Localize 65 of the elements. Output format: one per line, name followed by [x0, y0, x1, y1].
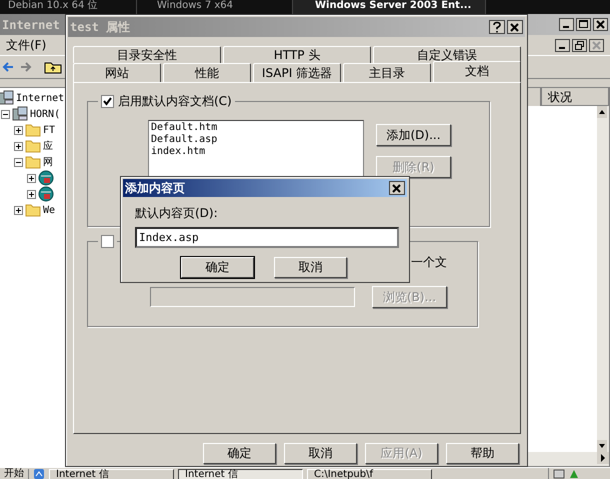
tree-item[interactable]: We — [43, 204, 56, 216]
monitor-icon[interactable] — [553, 468, 565, 479]
taskbar-button[interactable]: Internet 信 — [178, 468, 303, 479]
tree-item[interactable]: 网 — [43, 155, 53, 169]
button[interactable]: 确定 — [203, 443, 276, 464]
tab[interactable]: 目录安全性 — [73, 46, 221, 63]
scroll-up-icon[interactable] — [597, 106, 607, 118]
restore-icon[interactable] — [572, 38, 587, 52]
scroll-right-icon[interactable] — [597, 452, 609, 464]
tree-item[interactable]: HORN( — [30, 108, 60, 120]
close-icon[interactable] — [507, 20, 523, 34]
collapse-icon[interactable] — [1, 110, 10, 118]
window-title: Internet — [2, 18, 60, 32]
tab[interactable]: 主目录 — [343, 63, 431, 82]
tab[interactable]: 文档 — [433, 61, 521, 82]
dialog-title: test 属性 — [70, 18, 130, 36]
expand-icon[interactable] — [14, 142, 23, 150]
button[interactable]: 确定 — [181, 257, 254, 278]
minimize-icon[interactable] — [559, 18, 574, 31]
button[interactable]: 添加(D)... — [376, 124, 451, 146]
collapse-icon[interactable] — [14, 158, 23, 166]
expand-icon[interactable] — [27, 174, 36, 182]
list-item[interactable]: index.htm — [151, 146, 361, 158]
button[interactable]: 帮助 — [446, 443, 519, 464]
tab[interactable]: HTTP 头 — [223, 46, 371, 63]
taskbar-button[interactable]: C:\Inetpub\f — [307, 468, 432, 479]
globe-icon[interactable] — [38, 170, 54, 186]
expand-icon[interactable] — [14, 206, 23, 214]
checkbox[interactable] — [101, 235, 114, 248]
help-icon[interactable] — [489, 20, 505, 34]
scroll-down-icon[interactable] — [597, 440, 607, 452]
close-icon[interactable] — [593, 18, 608, 31]
close-icon[interactable] — [589, 38, 604, 52]
tab[interactable]: 网站 — [73, 63, 161, 82]
tab[interactable]: 性能 — [163, 63, 251, 82]
button[interactable]: 取消 — [284, 443, 357, 464]
minimize-icon[interactable] — [555, 38, 570, 52]
taskbar-button[interactable]: Internet 信 — [49, 468, 174, 479]
list-item[interactable]: Default.asp — [151, 134, 361, 146]
dialog-title: 添加内容页 — [125, 180, 185, 196]
menu-item[interactable]: 文件(F) — [6, 36, 46, 54]
description-text: 一个文 — [411, 254, 447, 271]
field-label: 默认内容页(D): — [135, 205, 219, 222]
list-item[interactable]: Default.htm — [151, 122, 361, 134]
checkbox[interactable] — [101, 95, 114, 108]
forward-arrow-icon[interactable] — [20, 61, 32, 73]
vm-tab[interactable]: Windows Server 2003 Ent... — [293, 0, 486, 14]
close-icon[interactable] — [389, 181, 405, 195]
input-field[interactable]: Index.asp — [135, 227, 399, 248]
expand-icon[interactable] — [14, 126, 23, 134]
tab[interactable]: ISAPI 筛选器 — [253, 63, 341, 82]
document-list[interactable]: Default.htm Default.asp index.htm — [148, 120, 364, 179]
computer-icon[interactable] — [0, 90, 14, 106]
globe-icon[interactable] — [38, 186, 54, 202]
button[interactable]: 取消 — [274, 257, 347, 278]
expand-icon[interactable] — [27, 190, 36, 198]
computer-icon[interactable] — [12, 106, 28, 122]
tree-item[interactable]: 应 — [43, 139, 53, 153]
checkbox-label[interactable]: 启用默认内容文档(C) — [118, 93, 232, 110]
tree-item[interactable]: FT — [43, 124, 56, 136]
maximize-icon[interactable] — [576, 18, 591, 31]
tree-item[interactable]: Internet — [16, 92, 64, 104]
back-arrow-icon[interactable] — [2, 61, 14, 73]
scrollbar[interactable] — [597, 106, 609, 452]
folder-up-icon[interactable] — [44, 60, 62, 74]
